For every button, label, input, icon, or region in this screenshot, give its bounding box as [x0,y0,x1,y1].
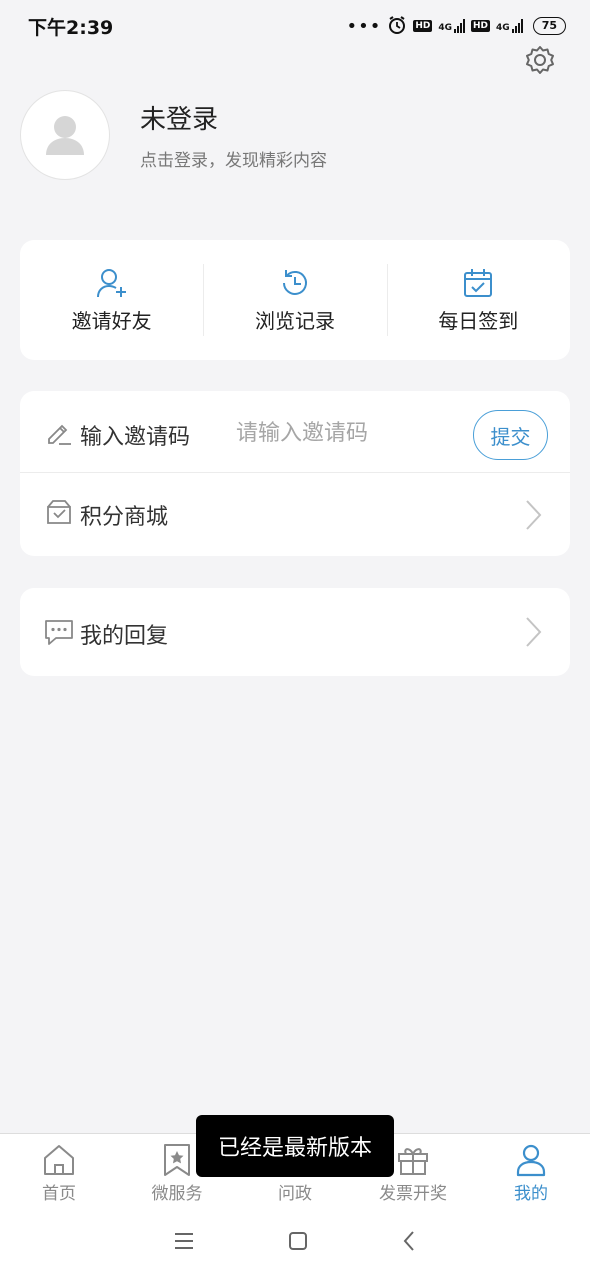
pencil-icon [44,417,74,447]
invite-user-icon [96,268,126,297]
avatar[interactable] [20,90,110,180]
more-dots: ••• [346,15,382,37]
gift-icon [398,1147,428,1175]
invite-friends-button[interactable]: 邀请好友 [20,240,203,360]
tab-mine-label: 我的 [514,1183,548,1204]
invite-friends-label: 邀请好友 [71,308,152,333]
hd-badge-2: HD [471,20,491,32]
signal-4g-icon: 4G [438,19,466,33]
home-icon [44,1144,74,1175]
tab-invoice-lottery-label: 发票开奖 [379,1183,447,1204]
history-icon [282,269,307,295]
calendar-check-icon [464,268,493,297]
user-icon [516,1144,546,1176]
chevron-right-icon [524,616,544,648]
signal-4g-icon-2: 4G [496,19,523,33]
tab-home[interactable]: 首页 [0,1134,118,1208]
toast-message: 已经是最新版本 [196,1115,394,1177]
chevron-right-icon [524,499,544,531]
back-icon[interactable] [402,1230,416,1256]
daily-checkin-button[interactable]: 每日签到 [386,240,570,360]
invite-mall-card: 输入邀请码 提交 积分商城 [20,391,570,556]
browse-history-label: 浏览记录 [254,308,335,333]
net-label-2: 4G [496,23,510,33]
status-icons: ••• HD 4G HD 4G 75 [346,15,566,38]
my-replies-label: 我的回复 [80,624,169,649]
gear-icon [526,46,554,74]
system-nav-bar [0,1208,590,1278]
points-mall-label: 积分商城 [80,505,169,530]
profile-name[interactable]: 未登录 [140,99,327,136]
profile-subtitle: 点击登录，发现精彩内容 [140,151,327,171]
menu-icon[interactable] [174,1232,194,1254]
points-mall-row[interactable]: 积分商城 [20,473,570,556]
invite-code-label: 输入邀请码 [80,425,191,450]
submit-button[interactable]: 提交 [473,410,548,460]
status-time: 下午2:39 [28,16,114,39]
profile-header[interactable]: 未登录 点击登录，发现精彩内容 [20,90,580,180]
hd-badge: HD [413,20,433,32]
bookmark-star-icon [164,1143,190,1176]
gift-box-icon [44,497,74,527]
daily-checkin-label: 每日签到 [438,308,519,333]
invite-code-input[interactable] [236,413,476,453]
default-avatar-icon [46,116,84,155]
status-bar: 下午2:39 ••• HD 4G HD 4G 75 [0,0,590,52]
replies-card: 我的回复 [20,588,570,676]
net-label: 4G [438,23,453,33]
invite-code-row: 输入邀请码 提交 [20,391,570,473]
battery-indicator: 75 [532,17,566,35]
tab-micro-service-label: 微服务 [151,1183,203,1204]
alarm-icon [387,15,407,38]
quick-actions-card: 邀请好友 浏览记录 每日签到 [20,240,570,360]
tab-home-label: 首页 [42,1183,76,1204]
browse-history-button[interactable]: 浏览记录 [203,240,386,360]
home-square-icon[interactable] [288,1231,308,1255]
settings-button[interactable] [522,42,558,78]
my-replies-row[interactable]: 我的回复 [20,588,570,676]
tab-mine[interactable]: 我的 [472,1134,590,1208]
tab-politics-label: 问政 [278,1183,312,1204]
comment-icon [44,617,74,647]
